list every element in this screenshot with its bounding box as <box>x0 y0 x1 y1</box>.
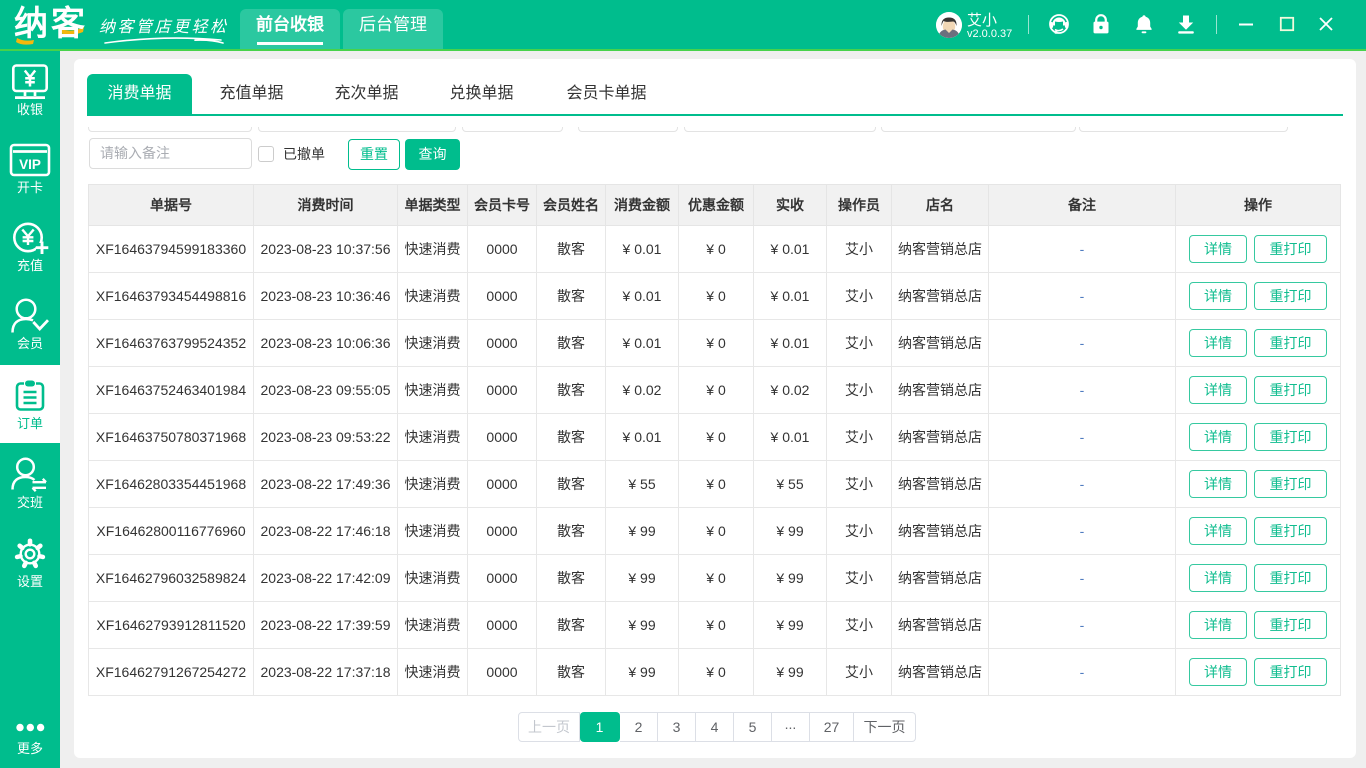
svg-text:VIP: VIP <box>19 157 41 172</box>
